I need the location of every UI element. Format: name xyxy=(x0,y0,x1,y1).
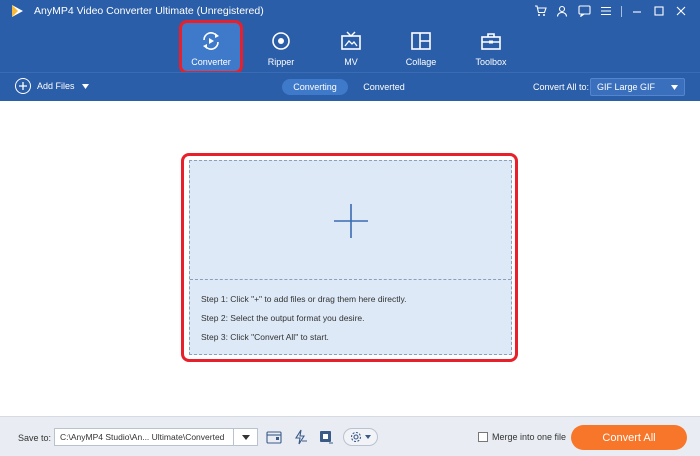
minimize-button[interactable] xyxy=(626,0,648,22)
nav-toolbox-label: Toolbox xyxy=(475,57,507,67)
chevron-down-icon[interactable] xyxy=(81,83,89,89)
feedback-icon[interactable] xyxy=(573,0,595,22)
main-nav: Converter Ripper MV Collage Toolbox xyxy=(0,22,700,72)
nav-ripper-label: Ripper xyxy=(267,57,295,67)
converter-highlight-box xyxy=(179,20,243,74)
toolbar: Add Files Converting Converted Convert A… xyxy=(0,72,700,101)
disc-icon xyxy=(271,31,291,51)
nav-collage[interactable]: Collage xyxy=(391,22,451,72)
settings-button[interactable] xyxy=(343,428,378,446)
maximize-button[interactable] xyxy=(648,0,670,22)
toolbox-icon xyxy=(480,31,502,51)
tab-converted[interactable]: Converted xyxy=(355,79,413,95)
close-button[interactable] xyxy=(670,0,692,22)
add-files-button[interactable]: Add Files xyxy=(15,78,89,94)
user-icon[interactable] xyxy=(551,0,573,22)
open-folder-button[interactable] xyxy=(264,428,284,446)
title-bar: AnyMP4 Video Converter Ultimate (Unregis… xyxy=(0,0,700,22)
cart-icon[interactable] xyxy=(529,0,551,22)
step-3-text: Step 3: Click "Convert All" to start. xyxy=(201,332,329,342)
gear-icon xyxy=(350,431,362,443)
nav-toolbox[interactable]: Toolbox xyxy=(461,22,521,72)
save-path-select[interactable]: C:\AnyMP4 Studio\An... Ultimate\Converte… xyxy=(54,428,258,446)
add-files-label: Add Files xyxy=(37,81,75,91)
save-path-value: C:\AnyMP4 Studio\An... Ultimate\Converte… xyxy=(60,432,225,442)
hardware-acceleration-off-button[interactable] xyxy=(290,428,310,446)
chevron-down-icon xyxy=(365,435,371,439)
output-format-value: GIF Large GIF xyxy=(597,82,656,92)
app-logo-icon xyxy=(12,5,23,17)
title-divider xyxy=(621,5,622,17)
convert-all-button[interactable]: Convert All xyxy=(571,425,687,450)
convert-all-to-label: Convert All to: xyxy=(533,82,590,92)
tab-converting[interactable]: Converting xyxy=(282,79,348,95)
nav-mv[interactable]: MV xyxy=(321,22,381,72)
merge-label: Merge into one file xyxy=(492,432,567,442)
chevron-down-icon[interactable] xyxy=(233,429,257,445)
gpu-icon xyxy=(320,431,333,444)
step-2-text: Step 2: Select the output format you des… xyxy=(201,313,365,323)
bottom-bar: Save to: C:\AnyMP4 Studio\An... Ultimate… xyxy=(0,416,700,456)
step-1-text: Step 1: Click "+" to add files or drag t… xyxy=(201,294,407,304)
window-controls xyxy=(529,0,692,22)
window-title: AnyMP4 Video Converter Ultimate (Unregis… xyxy=(34,5,264,17)
nav-collage-label: Collage xyxy=(405,57,437,67)
collage-icon xyxy=(410,31,432,51)
flash-off-icon xyxy=(295,429,307,445)
nav-ripper[interactable]: Ripper xyxy=(251,22,311,72)
nav-mv-label: MV xyxy=(344,57,358,67)
file-dropzone[interactable]: Step 1: Click "+" to add files or drag t… xyxy=(189,160,512,355)
save-to-label: Save to: xyxy=(18,433,52,443)
add-file-plus-icon[interactable] xyxy=(334,204,368,238)
tv-icon xyxy=(340,31,362,51)
merge-checkbox[interactable]: Merge into one file xyxy=(478,432,566,442)
folder-icon xyxy=(266,431,282,444)
output-format-select[interactable]: GIF Large GIF xyxy=(590,78,685,96)
add-icon xyxy=(15,78,31,94)
menu-icon[interactable] xyxy=(595,0,617,22)
dropzone-divider xyxy=(190,279,511,280)
checkbox-icon[interactable] xyxy=(478,432,488,442)
gpu-acceleration-button[interactable] xyxy=(316,428,336,446)
chevron-down-icon xyxy=(671,85,678,90)
